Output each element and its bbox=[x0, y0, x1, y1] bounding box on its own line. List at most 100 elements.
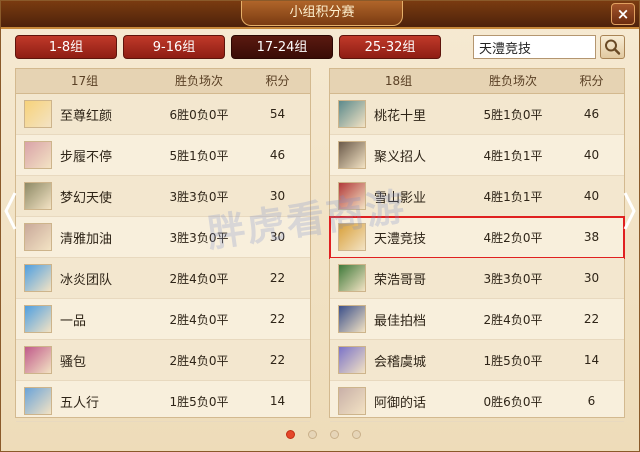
team-points: 22 bbox=[269, 271, 286, 285]
table-row[interactable]: 骚包 2胜4负0平 22 bbox=[16, 340, 310, 381]
team-avatar bbox=[338, 264, 366, 292]
team-name: 一品 bbox=[60, 313, 87, 329]
team-record: 5胜1负0平 bbox=[483, 107, 543, 122]
team-name-cell: 冰炎团队 bbox=[16, 264, 153, 292]
team-name-cell: 一品 bbox=[16, 305, 153, 333]
team-record: 4胜1负1平 bbox=[483, 148, 543, 163]
team-record: 2胜4负0平 bbox=[169, 271, 229, 286]
table-row[interactable]: 桃花十里 5胜1负0平 46 bbox=[330, 94, 624, 135]
team-record: 5胜1负0平 bbox=[169, 148, 229, 163]
search-input[interactable] bbox=[473, 35, 596, 59]
table-row[interactable]: 清雅加油 3胜3负0平 30 bbox=[16, 217, 310, 258]
tab-group-25-32[interactable]: 25-32组 bbox=[339, 35, 441, 59]
team-name-cell: 会稽虞城 bbox=[330, 346, 467, 374]
record-header: 胜负场次 bbox=[488, 74, 537, 88]
page-dot-2[interactable] bbox=[308, 430, 317, 439]
team-points: 46 bbox=[269, 148, 286, 162]
table-row[interactable]: 至尊红颜 6胜0负0平 54 bbox=[16, 94, 310, 135]
team-points: 30 bbox=[269, 230, 286, 244]
team-points: 22 bbox=[269, 312, 286, 326]
team-record: 1胜5负0平 bbox=[169, 394, 229, 409]
team-name: 会稽虞城 bbox=[374, 354, 427, 370]
next-page-button[interactable] bbox=[623, 191, 637, 231]
team-name: 雪山影业 bbox=[374, 190, 427, 206]
team-record: 3胜3负0平 bbox=[169, 189, 229, 204]
table-row[interactable]: 一品 2胜4负0平 22 bbox=[16, 299, 310, 340]
table-row[interactable]: 步履不停 5胜1负0平 46 bbox=[16, 135, 310, 176]
tab-group-17-24[interactable]: 17-24组 bbox=[231, 35, 333, 59]
team-record: 6胜0负0平 bbox=[169, 107, 229, 122]
team-avatar bbox=[24, 223, 52, 251]
team-name-cell: 最佳拍档 bbox=[330, 305, 467, 333]
team-points: 22 bbox=[269, 353, 286, 367]
team-name-cell: 骚包 bbox=[16, 346, 153, 374]
team-name-cell: 荣浩哥哥 bbox=[330, 264, 467, 292]
team-name-cell: 梦幻天使 bbox=[16, 182, 153, 210]
team-avatar bbox=[24, 100, 52, 128]
team-name: 最佳拍档 bbox=[374, 313, 427, 329]
team-record: 4胜1负1平 bbox=[483, 189, 543, 204]
table-header: 18组 胜负场次 积分 bbox=[330, 69, 624, 94]
team-points: 54 bbox=[269, 107, 286, 121]
table-row[interactable]: 五人行 1胜5负0平 14 bbox=[16, 381, 310, 422]
page-dot-4[interactable] bbox=[352, 430, 361, 439]
points-header: 积分 bbox=[265, 74, 290, 88]
team-name-cell: 天澧竞技 bbox=[330, 223, 467, 251]
team-name-cell: 桃花十里 bbox=[330, 100, 467, 128]
table-row[interactable]: 最佳拍档 2胜4负0平 22 bbox=[330, 299, 624, 340]
team-points: 30 bbox=[269, 189, 286, 203]
team-name: 五人行 bbox=[60, 395, 100, 411]
team-name: 聚义招人 bbox=[374, 149, 427, 165]
team-record: 3胜3负0平 bbox=[483, 271, 543, 286]
team-record: 3胜3负0平 bbox=[169, 230, 229, 245]
team-avatar bbox=[338, 141, 366, 169]
team-name-cell: 阿御的话 bbox=[330, 387, 467, 415]
tab-group-9-16[interactable]: 9-16组 bbox=[123, 35, 225, 59]
close-button[interactable]: × bbox=[611, 3, 635, 25]
team-name: 骚包 bbox=[60, 354, 87, 370]
table-row[interactable]: 梦幻天使 3胜3负0平 30 bbox=[16, 176, 310, 217]
team-name: 天澧竞技 bbox=[374, 231, 427, 247]
tab-group-1-8[interactable]: 1-8组 bbox=[15, 35, 117, 59]
points-header: 积分 bbox=[579, 74, 604, 88]
team-points: 40 bbox=[583, 189, 600, 203]
team-points: 30 bbox=[583, 271, 600, 285]
table-row[interactable]: 冰炎团队 2胜4负0平 22 bbox=[16, 258, 310, 299]
record-header: 胜负场次 bbox=[174, 74, 223, 88]
team-points: 46 bbox=[583, 107, 600, 121]
chevron-right-icon bbox=[623, 192, 636, 230]
team-record: 2胜4负0平 bbox=[483, 312, 543, 327]
group-points-window: 小组积分赛 × 1-8组 9-16组 17-24组 25-32组 17组 胜负场… bbox=[0, 0, 640, 452]
table-row[interactable]: 荣浩哥哥 3胜3负0平 30 bbox=[330, 258, 624, 299]
team-avatar bbox=[24, 305, 52, 333]
page-dot-1[interactable] bbox=[286, 430, 295, 439]
team-name: 梦幻天使 bbox=[60, 190, 113, 206]
team-name-cell: 雪山影业 bbox=[330, 182, 467, 210]
team-record: 1胜5负0平 bbox=[483, 353, 543, 368]
team-record: 2胜4负0平 bbox=[169, 353, 229, 368]
team-avatar bbox=[24, 182, 52, 210]
table-row[interactable]: 天澧竞技 4胜2负0平 38 bbox=[329, 216, 625, 259]
team-avatar bbox=[338, 100, 366, 128]
team-avatar bbox=[338, 387, 366, 415]
team-points: 14 bbox=[583, 353, 600, 367]
team-name: 桃花十里 bbox=[374, 108, 427, 124]
table-header: 17组 胜负场次 积分 bbox=[16, 69, 310, 94]
table-row[interactable]: 聚义招人 4胜1负1平 40 bbox=[330, 135, 624, 176]
team-name-cell: 步履不停 bbox=[16, 141, 153, 169]
team-avatar bbox=[338, 346, 366, 374]
team-name-cell: 聚义招人 bbox=[330, 141, 467, 169]
table-row[interactable]: 阿御的话 0胜6负0平 6 bbox=[330, 381, 624, 422]
page-dot-3[interactable] bbox=[330, 430, 339, 439]
search-button[interactable] bbox=[600, 35, 625, 59]
team-name-cell: 清雅加油 bbox=[16, 223, 153, 251]
team-points: 40 bbox=[583, 148, 600, 162]
table-row[interactable]: 会稽虞城 1胜5负0平 14 bbox=[330, 340, 624, 381]
team-avatar bbox=[24, 387, 52, 415]
team-avatar bbox=[338, 182, 366, 210]
table-row[interactable]: 雪山影业 4胜1负1平 40 bbox=[330, 176, 624, 217]
team-record: 0胜6负0平 bbox=[483, 394, 543, 409]
prev-page-button[interactable] bbox=[3, 191, 17, 231]
team-list: 至尊红颜 6胜0负0平 54 步履不停 5胜1负0平 46 梦幻天使 3胜3负0平 30 清雅加油… bbox=[16, 94, 310, 422]
title-bar: 小组积分赛 × bbox=[1, 1, 639, 29]
